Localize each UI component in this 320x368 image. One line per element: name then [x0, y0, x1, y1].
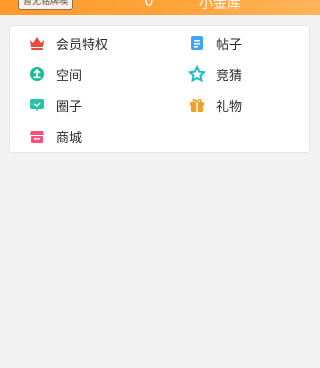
space-icon — [28, 65, 46, 83]
nameplate-badge[interactable]: 暂无铭牌噢 — [18, 0, 74, 10]
menu-item-label: 帖子 — [216, 37, 243, 53]
menu-card: 会员特权 帖子 空间 竞猜 圈子 礼物 商城 — [9, 25, 310, 153]
menu-item-label: 空间 — [56, 68, 83, 84]
menu-item-store[interactable]: 商城 — [28, 121, 158, 151]
menu-item-posts[interactable]: 帖子 — [188, 28, 318, 58]
menu-item-label: 竞猜 — [216, 68, 243, 84]
menu-item-circle[interactable]: 圈子 — [28, 90, 158, 120]
menu-item-label: 礼物 — [216, 99, 243, 115]
vault-label[interactable]: 小金库 — [199, 0, 241, 13]
star-icon — [188, 65, 206, 83]
chat-bubble-icon — [28, 96, 46, 114]
menu-item-quiz[interactable]: 竞猜 — [188, 59, 318, 89]
store-icon — [28, 127, 46, 145]
crown-icon — [28, 34, 46, 52]
menu-item-label: 圈子 — [56, 99, 83, 115]
menu-item-label: 商城 — [56, 130, 83, 146]
menu-item-gifts[interactable]: 礼物 — [188, 90, 318, 120]
document-icon — [188, 34, 206, 52]
menu-item-vip-privileges[interactable]: 会员特权 — [28, 28, 158, 58]
top-header-bar: 暂无铭牌噢 0 小金库 — [0, 0, 320, 15]
menu-item-space[interactable]: 空间 — [28, 59, 158, 89]
count-value: 0 — [144, 0, 154, 10]
menu-item-label: 会员特权 — [56, 37, 109, 53]
gift-icon — [188, 96, 206, 114]
